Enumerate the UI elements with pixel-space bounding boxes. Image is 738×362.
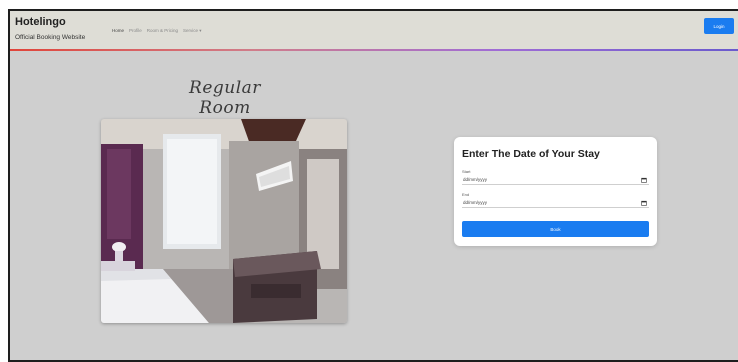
booking-card: Enter The Date of Your Stay Start dd/mm/… [454, 137, 657, 246]
nav-link-home[interactable]: Home [112, 28, 124, 34]
booking-title: Enter The Date of Your Stay [462, 148, 600, 160]
nav-link-profile[interactable]: Profile [129, 28, 142, 34]
book-button[interactable]: Book [462, 221, 649, 237]
nav-link-room-pricing[interactable]: Room & Pricing [147, 28, 178, 34]
brand-name: Hotelingo [15, 16, 66, 28]
start-date-value: dd/mm/yyyy [463, 177, 488, 182]
end-label: End [462, 192, 470, 197]
room-photo [101, 119, 347, 323]
end-date-input[interactable]: dd/mm/yyyy [462, 198, 649, 208]
calendar-icon[interactable] [641, 200, 647, 206]
start-date-input[interactable]: dd/mm/yyyy [462, 175, 649, 185]
browser-viewport: Hotelingo Official Booking Website Home … [8, 9, 738, 362]
brand-tagline: Official Booking Website [15, 34, 86, 41]
start-label: Start [462, 169, 471, 174]
navbar-accent-line [10, 49, 738, 51]
nav-link-service-dropdown[interactable]: Service ▾ [183, 28, 202, 34]
navbar: Hotelingo Official Booking Website Home … [10, 11, 738, 49]
nav-links: Home Profile Room & Pricing Service ▾ [112, 28, 202, 34]
room-title: Regular Room [189, 78, 261, 118]
brand[interactable]: Hotelingo Official Booking Website [15, 16, 85, 42]
end-date-value: dd/mm/yyyy [463, 200, 488, 205]
login-button[interactable]: Login [704, 18, 734, 34]
calendar-icon[interactable] [641, 177, 647, 183]
